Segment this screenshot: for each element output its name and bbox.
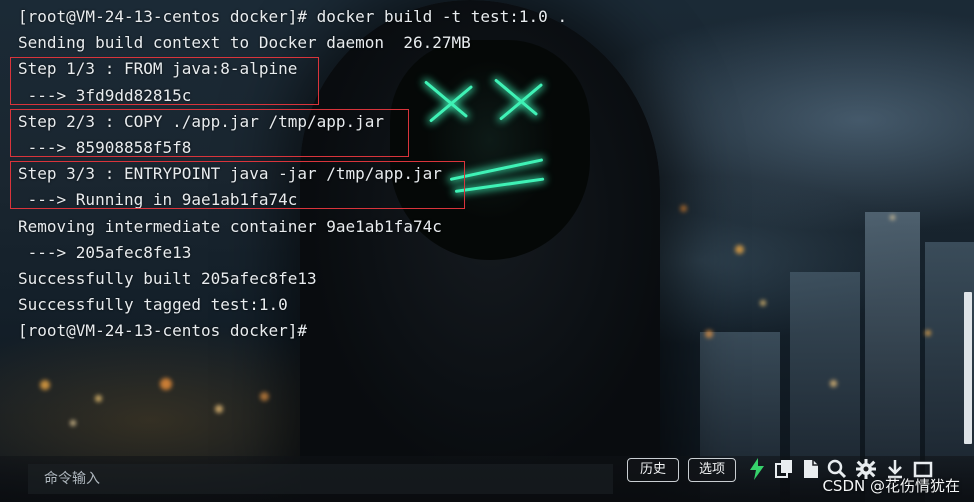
copy-icon[interactable] bbox=[773, 456, 795, 482]
terminal-line: Removing intermediate container 9ae1ab1f… bbox=[18, 216, 442, 236]
step-1-highlight-box bbox=[10, 57, 319, 105]
terminal-line: [root@VM-24-13-centos docker]# docker bu… bbox=[18, 7, 568, 26]
lightning-icon[interactable] bbox=[746, 456, 768, 482]
terminal-line: ---> 205afec8fe13 bbox=[18, 242, 192, 262]
terminal-line: Sending build context to Docker daemon 2… bbox=[18, 33, 471, 53]
history-button[interactable]: 历史 bbox=[627, 458, 679, 482]
step-3-highlight-box bbox=[10, 161, 465, 209]
terminal-scrollbar[interactable] bbox=[964, 292, 972, 444]
terminal-line: [root@VM-24-13-centos docker]# bbox=[18, 321, 307, 341]
terminal-line: Successfully built 205afec8fe13 bbox=[18, 268, 317, 288]
terminal-line: Successfully tagged test:1.0 bbox=[18, 295, 288, 315]
options-button[interactable]: 选项 bbox=[688, 458, 736, 482]
terminal-window: [root@VM-24-13-centos docker]# docker bu… bbox=[0, 0, 974, 502]
command-input[interactable] bbox=[28, 464, 613, 494]
file-icon[interactable] bbox=[800, 456, 822, 482]
watermark: CSDN @花伤情犹在 bbox=[822, 477, 960, 495]
step-2-highlight-box bbox=[10, 109, 409, 157]
